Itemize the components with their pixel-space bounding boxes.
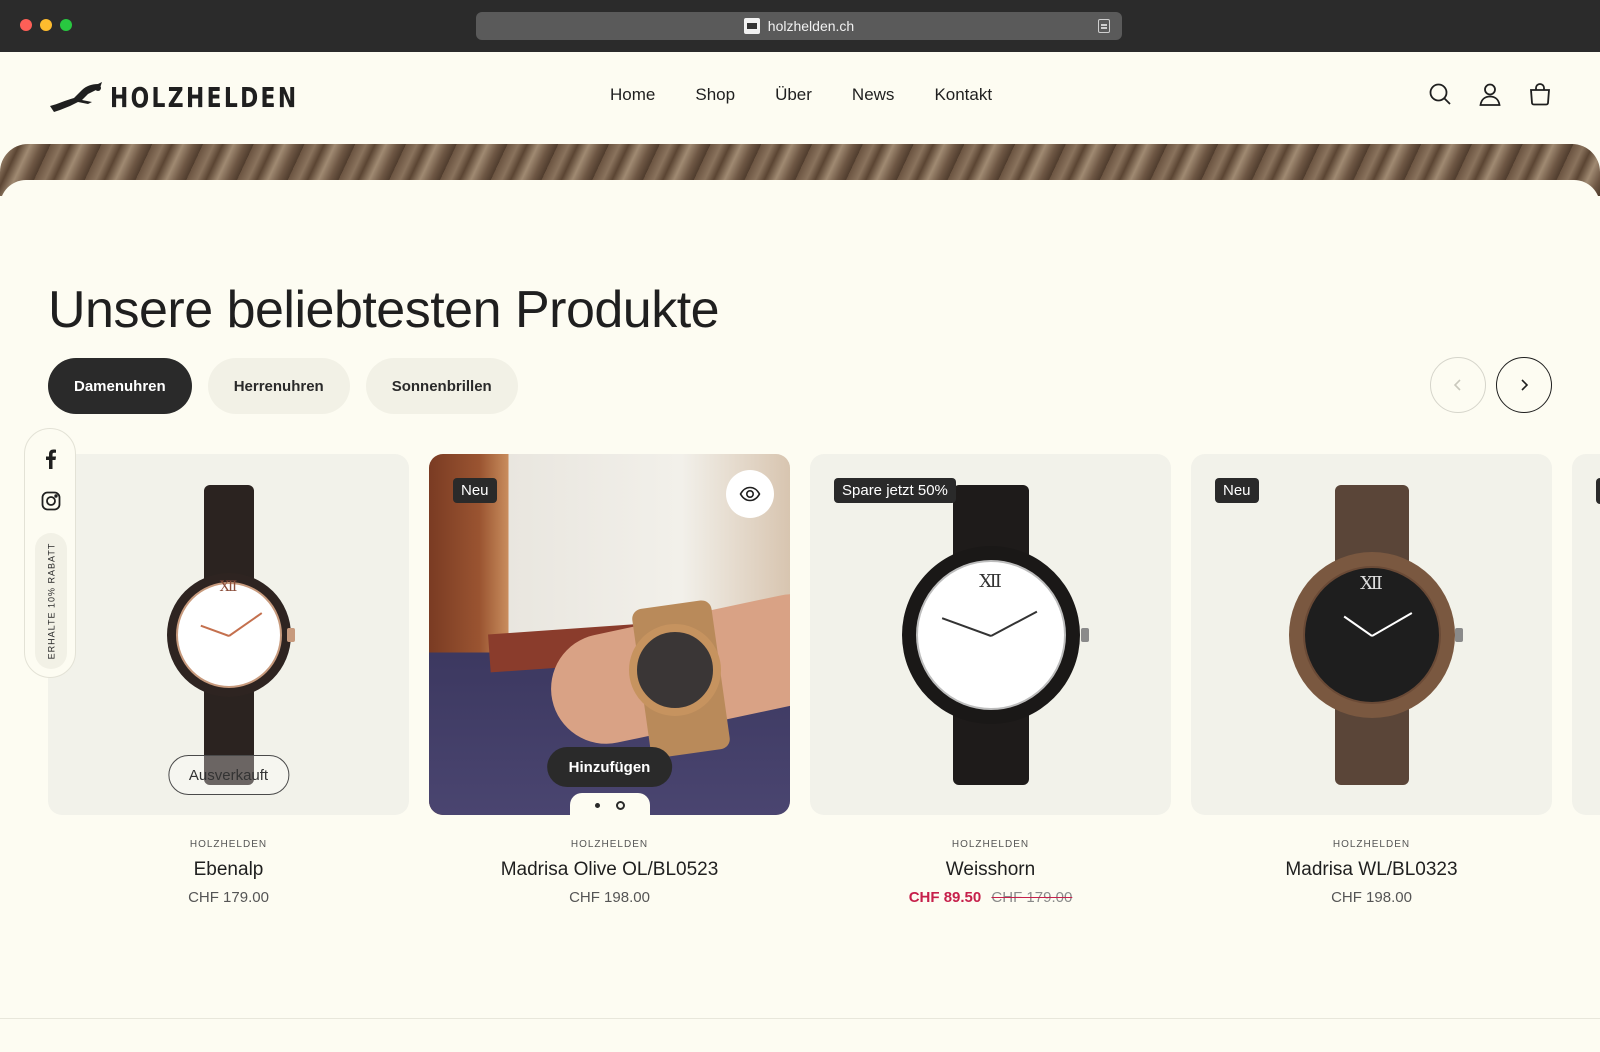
product-name[interactable]: Ebenalp	[48, 859, 409, 881]
browser-chrome: holzhelden.ch	[0, 0, 1600, 52]
discount-tab[interactable]: ERHALTE 10% RABATT	[35, 533, 67, 669]
carousel-controls	[1430, 357, 1552, 413]
flying-hero-logo-icon	[50, 82, 102, 112]
product-brand: HOLZHELDEN	[570, 839, 649, 850]
divider	[0, 1018, 1600, 1019]
product-card[interactable]: Neu Ⅻ HOLZHELDEN Madrisa WL/BL0323 CHF 1…	[1191, 454, 1552, 906]
maximize-window-button[interactable]	[60, 19, 72, 31]
watch-image-ebenalp: Ⅻ	[149, 484, 309, 785]
product-card[interactable]: Spare jetzt 50% Ⅻ HOLZHELDEN Weisshorn C…	[810, 454, 1171, 906]
discount-label: ERHALTE 10% RABATT	[46, 542, 57, 660]
chevron-left-icon	[1453, 379, 1461, 391]
tab-damenuhren[interactable]: Damenuhren	[48, 358, 192, 414]
account-icon[interactable]	[1478, 82, 1502, 106]
product-name[interactable]: Madrisa WL/BL0323	[1191, 859, 1552, 881]
product-card[interactable]: Ⅻ Ausverkauft HOLZHELDEN Ebenalp CHF 179…	[48, 454, 409, 906]
product-price: CHF 198.00	[569, 889, 650, 906]
facebook-icon[interactable]	[41, 449, 61, 469]
sold-out-badge: Ausverkauft	[167, 755, 290, 795]
sale-price: CHF 89.50	[908, 889, 982, 906]
product-card[interactable]: Neu Hinzufügen HOLZHELDEN Madrisa Olive …	[429, 454, 790, 906]
product-price: CHF 179.00	[188, 889, 269, 906]
new-badge: Neu	[1215, 478, 1259, 503]
section-title: Unsere beliebtesten Produkte	[48, 281, 720, 339]
product-name[interactable]: Weisshorn	[810, 859, 1171, 881]
carousel-prev-button[interactable]	[1430, 357, 1486, 413]
watch-image-weisshorn: Ⅻ	[891, 484, 1091, 785]
product-image[interactable]: Neu Hinzufügen	[429, 454, 790, 815]
product-image[interactable]: Spare jetzt 50% Ⅻ	[810, 454, 1171, 815]
eye-icon	[739, 486, 761, 502]
product-brand: HOLZHELDEN	[951, 839, 1030, 850]
tab-herrenuhren[interactable]: Herrenuhren	[207, 358, 350, 414]
product-image[interactable]: Neu Ⅻ	[1191, 454, 1552, 815]
pagination-dot[interactable]	[594, 802, 600, 808]
close-window-button[interactable]	[20, 19, 32, 31]
nav-shop[interactable]: Shop	[695, 85, 735, 105]
address-bar-url: holzhelden.ch	[767, 18, 855, 34]
main-nav: Home Shop Über News Kontakt	[610, 85, 992, 105]
site-favicon-icon	[743, 18, 760, 34]
pagination-dot-active[interactable]	[615, 800, 625, 810]
product-image[interactable]	[1572, 454, 1600, 815]
logo-text: HOLZHELDEN	[110, 80, 299, 114]
product-price: CHF 89.50 CHF 179.00	[810, 889, 1171, 906]
cart-icon[interactable]	[1528, 82, 1552, 106]
product-card-partial[interactable]	[1572, 454, 1600, 815]
reader-mode-icon[interactable]	[1098, 19, 1110, 33]
carousel-next-button[interactable]	[1496, 357, 1552, 413]
nav-news[interactable]: News	[852, 85, 895, 105]
site-logo[interactable]: HOLZHELDEN	[48, 80, 352, 114]
sale-badge: Spare jetzt 50%	[834, 478, 956, 503]
social-sidebar: ERHALTE 10% RABATT	[24, 428, 76, 678]
nav-kontakt[interactable]: Kontakt	[934, 85, 992, 105]
category-tabs: Damenuhren Herrenuhren Sonnenbrillen	[48, 358, 518, 414]
nav-home[interactable]: Home	[610, 85, 655, 105]
chevron-right-icon	[1521, 379, 1529, 391]
address-bar[interactable]: holzhelden.ch	[476, 12, 1122, 40]
search-icon[interactable]	[1428, 82, 1452, 106]
product-image[interactable]: Ⅻ Ausverkauft	[48, 454, 409, 815]
minimize-window-button[interactable]	[40, 19, 52, 31]
product-name[interactable]: Madrisa Olive OL/BL0523	[429, 859, 790, 881]
header-actions	[1428, 82, 1552, 106]
quick-view-button[interactable]	[726, 470, 774, 518]
add-to-cart-button[interactable]: Hinzufügen	[546, 747, 673, 787]
product-brand: HOLZHELDEN	[1332, 839, 1411, 850]
product-carousel: Ⅻ Ausverkauft HOLZHELDEN Ebenalp CHF 179…	[48, 454, 1600, 914]
badge-partial	[1596, 478, 1600, 504]
instagram-icon[interactable]	[41, 491, 61, 511]
original-price: CHF 179.00	[991, 889, 1073, 906]
product-brand: HOLZHELDEN	[189, 839, 268, 850]
product-price: CHF 198.00	[1331, 889, 1412, 906]
watch-image-madrisa-wl: Ⅻ	[1277, 484, 1467, 785]
site-header: HOLZHELDEN Home Shop Über News Kontakt	[0, 52, 1600, 144]
nav-ueber[interactable]: Über	[775, 85, 812, 105]
image-pagination	[569, 793, 650, 815]
tab-sonnenbrillen[interactable]: Sonnenbrillen	[365, 358, 518, 414]
new-badge: Neu	[453, 478, 497, 503]
